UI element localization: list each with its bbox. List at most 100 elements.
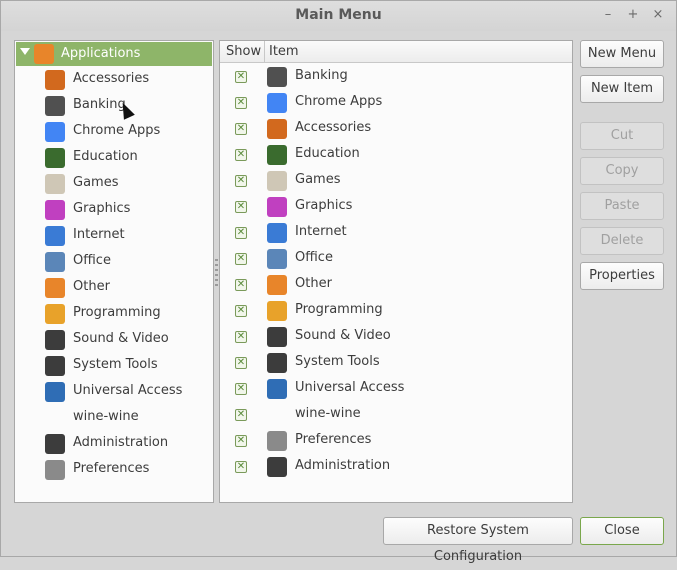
tree-item[interactable]: Games (15, 171, 213, 197)
copy-button[interactable]: Copy (580, 157, 664, 185)
tree-item-label: Sound & Video (73, 331, 169, 346)
tree-item[interactable]: System Tools (15, 353, 213, 379)
tree-item[interactable]: Programming (15, 301, 213, 327)
globe-icon (267, 223, 287, 243)
tree-item[interactable]: Administration (15, 431, 213, 457)
tree-item[interactable]: Preferences (15, 457, 213, 483)
show-checkbox[interactable]: ✕ (235, 409, 247, 421)
title-bar: Main Menu – + × (1, 1, 676, 31)
tree-item[interactable]: Education (15, 145, 213, 171)
list-item[interactable]: ✕ Graphics (220, 194, 572, 220)
tree-item[interactable]: Banking (15, 93, 213, 119)
show-checkbox[interactable]: ✕ (235, 123, 247, 135)
paste-button[interactable]: Paste (580, 192, 664, 220)
chrome-icon (45, 122, 65, 142)
other-folder-icon (267, 275, 287, 295)
tree-item-label: System Tools (73, 357, 158, 372)
globe-icon (45, 226, 65, 246)
show-checkbox[interactable]: ✕ (235, 435, 247, 447)
list-item-label: System Tools (295, 354, 380, 369)
restore-system-configuration-button[interactable]: Restore System Configuration (383, 517, 573, 564)
menu-tree[interactable]: Applications Accessories Banking Chrome Ap… (14, 40, 214, 503)
maximize-button[interactable]: + (624, 6, 642, 24)
tree-item[interactable]: Internet (15, 223, 213, 249)
column-separator (264, 41, 265, 63)
column-header-show[interactable]: Show (226, 44, 261, 59)
list-header: Show Item (220, 41, 572, 63)
list-item[interactable]: ✕ Education (220, 142, 572, 168)
music-icon (45, 330, 65, 350)
calculator-icon (45, 70, 65, 90)
list-item-label: Chrome Apps (295, 94, 383, 109)
tree-item[interactable]: Graphics (15, 197, 213, 223)
show-checkbox[interactable]: ✕ (235, 149, 247, 161)
show-checkbox[interactable]: ✕ (235, 279, 247, 291)
cut-button[interactable]: Cut (580, 122, 664, 150)
show-checkbox[interactable]: ✕ (235, 253, 247, 265)
show-checkbox[interactable]: ✕ (235, 461, 247, 473)
show-checkbox[interactable]: ✕ (235, 331, 247, 343)
list-item-label: Universal Access (295, 380, 405, 395)
close-window-button[interactable]: × (649, 6, 667, 24)
list-item[interactable]: ✕ Internet (220, 220, 572, 246)
list-item[interactable]: ✕ Administration (220, 454, 572, 480)
new-item-button[interactable]: New Item (580, 75, 664, 103)
show-checkbox[interactable]: ✕ (235, 227, 247, 239)
list-item-label: Internet (295, 224, 347, 239)
list-item-label: Education (295, 146, 360, 161)
tree-item[interactable]: Other (15, 275, 213, 301)
show-checkbox[interactable]: ✕ (235, 305, 247, 317)
tree-item[interactable]: Office (15, 249, 213, 275)
delete-button[interactable]: Delete (580, 227, 664, 255)
list-item-label: Administration (295, 458, 391, 473)
tree-item-label: Administration (73, 435, 169, 450)
show-checkbox[interactable]: ✕ (235, 97, 247, 109)
list-item[interactable]: ✕ Universal Access (220, 376, 572, 402)
show-checkbox[interactable]: ✕ (235, 201, 247, 213)
list-item[interactable]: ✕ Banking (220, 64, 572, 90)
tree-item[interactable]: Accessories (15, 67, 213, 93)
list-item[interactable]: ✕ wine-wine (220, 402, 572, 428)
list-item[interactable]: ✕ Games (220, 168, 572, 194)
music-icon (267, 327, 287, 347)
properties-button[interactable]: Properties (580, 262, 664, 290)
list-item[interactable]: ✕ Other (220, 272, 572, 298)
list-item[interactable]: ✕ Chrome Apps (220, 90, 572, 116)
list-item[interactable]: ✕ Office (220, 246, 572, 272)
list-item[interactable]: ✕ Sound & Video (220, 324, 572, 350)
show-checkbox[interactable]: ✕ (235, 71, 247, 83)
list-item[interactable]: ✕ Preferences (220, 428, 572, 454)
show-checkbox[interactable]: ✕ (235, 175, 247, 187)
tree-item-label: Accessories (73, 71, 150, 86)
tree-item[interactable]: Sound & Video (15, 327, 213, 353)
list-item[interactable]: ✕ System Tools (220, 350, 572, 376)
tree-item-label: Chrome Apps (73, 123, 161, 138)
tree-item-label: Education (73, 149, 138, 164)
minimize-button[interactable]: – (599, 6, 617, 24)
items-list[interactable]: Show Item ✕ Banking ✕ Chrome Apps ✕ Accessori… (219, 40, 573, 503)
list-item-label: Programming (295, 302, 383, 317)
expander-down-icon[interactable] (20, 48, 30, 55)
new-menu-button[interactable]: New Menu (580, 40, 664, 68)
list-item-label: Games (295, 172, 341, 187)
palette-icon (267, 197, 287, 217)
list-item[interactable]: ✕ Programming (220, 298, 572, 324)
list-item-label: Banking (295, 68, 348, 83)
chrome-icon (267, 93, 287, 113)
tree-root-applications[interactable]: Applications (16, 42, 212, 66)
chalkboard-icon (267, 145, 287, 165)
column-header-item[interactable]: Item (269, 44, 299, 59)
show-checkbox[interactable]: ✕ (235, 357, 247, 369)
tree-root-label: Applications (61, 46, 141, 61)
tree-item[interactable]: wine-wine (15, 405, 213, 431)
tree-item-label: Games (73, 175, 119, 190)
list-item[interactable]: ✕ Accessories (220, 116, 572, 142)
close-button[interactable]: Close (580, 517, 664, 545)
sliders-icon (267, 431, 287, 451)
tree-item[interactable]: Universal Access (15, 379, 213, 405)
construction-icon (267, 301, 287, 321)
show-checkbox[interactable]: ✕ (235, 383, 247, 395)
tree-item[interactable]: Chrome Apps (15, 119, 213, 145)
construction-icon (45, 304, 65, 324)
pane-resize-handle[interactable] (215, 259, 218, 287)
